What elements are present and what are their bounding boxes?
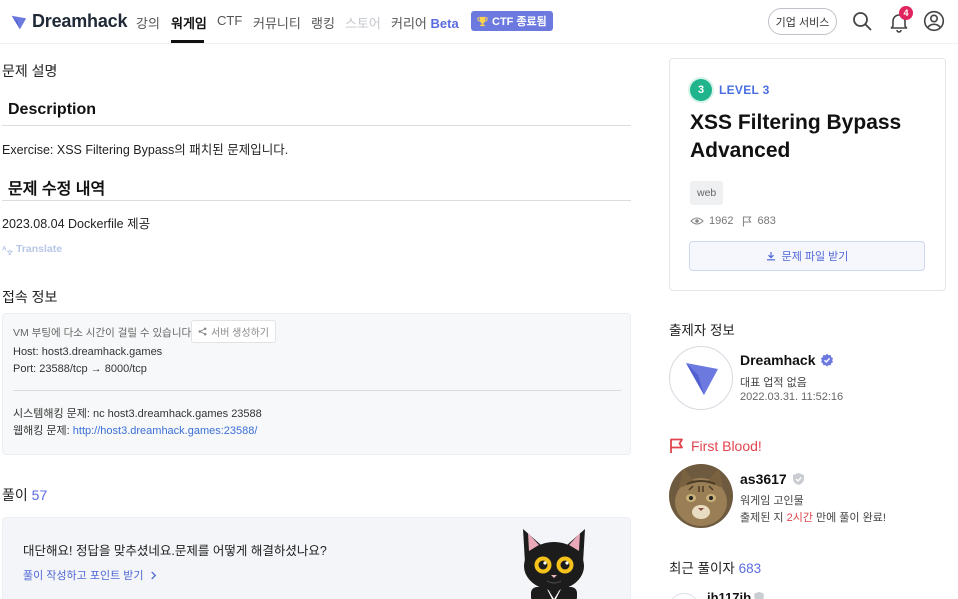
cat-mascot-icon: [523, 529, 585, 599]
divider: [13, 390, 621, 391]
web-hacking-line: 웹해킹 문제: http://host3.dreamhack.games:235…: [13, 422, 257, 438]
chevron-right-icon: [150, 570, 156, 580]
translate-label: Translate: [16, 243, 63, 255]
first-blood-label: First Blood!: [691, 438, 762, 454]
description-heading: Description: [8, 101, 97, 118]
level-badge: 3: [690, 79, 712, 101]
section-title-description: 문제 설명: [2, 63, 58, 79]
recent-solvers-count: 683: [738, 561, 762, 576]
user-profile-icon[interactable]: [923, 10, 945, 32]
first-blood-note: 출제된 지 2시간 만에 풀이 완료!: [740, 509, 886, 525]
search-icon[interactable]: [851, 10, 873, 32]
first-blood-note-before: 출제된 지: [740, 512, 787, 524]
port-line: Port: 23588/tcp → 8000/tcp: [13, 363, 147, 375]
dreamhack-logo-icon: [11, 15, 27, 29]
solves-label: 풀이: [2, 487, 28, 503]
author-name-row: Dreamhack: [740, 352, 834, 368]
vm-boot-note: VM 부팅에 다소 시간이 걸릴 수 있습니다.: [13, 327, 195, 339]
web-hacking-label: 웹해킹 문제:: [13, 425, 73, 437]
first-blood-user[interactable]: as3617: [740, 471, 787, 487]
first-blood-note-after: 만에 풀이 완료!: [812, 512, 886, 524]
views-count: 1962: [709, 215, 734, 227]
business-service-button[interactable]: 기업 서비스: [768, 8, 837, 35]
translate-icon: A 文: [2, 245, 13, 255]
recent-solver-name: jh117jb: [707, 590, 752, 599]
level-label: LEVEL 3: [719, 83, 770, 97]
nav-item-ranking[interactable]: 랭킹: [311, 13, 335, 32]
challenge-title: XSS Filtering Bypass Advanced: [690, 111, 902, 162]
brand-logo[interactable]: Dreamhack: [10, 11, 127, 32]
career-label: 커리어: [391, 16, 427, 31]
avatar: [669, 593, 699, 599]
divider: [2, 125, 631, 126]
first-blood-time: 2시간: [786, 512, 813, 524]
host-line: Host: host3.dreamhack.games: [13, 346, 163, 358]
svg-text:文: 文: [7, 248, 13, 255]
write-solution-link[interactable]: 풀이 작성하고 포인트 받기: [23, 567, 157, 583]
solves-count: 57: [31, 487, 48, 503]
trophy-icon: [477, 16, 488, 26]
author-date: 2022.03.31. 11:52:16: [740, 391, 844, 403]
ctf-badge-label: CTF 종료됨: [492, 16, 547, 28]
shield-badge-icon: [792, 473, 804, 485]
nav-item-career[interactable]: 커리어 Beta: [391, 13, 459, 32]
first-blood-name-row: as3617: [740, 471, 805, 487]
dreamhack-logo-icon: [686, 363, 718, 395]
divider: [2, 200, 631, 201]
active-tab-underline: [171, 40, 204, 43]
congrats-title: 대단해요! 정답을 맞추셨네요.문제를 어떻게 해결하셨나요?: [23, 544, 327, 558]
nav-item-wargame[interactable]: 워게임: [171, 13, 207, 32]
first-blood-avatar[interactable]: [669, 464, 733, 528]
top-nav: Dreamhack 강의 워게임 CTF 커뮤니티 랭킹 스토어 커리어 Bet…: [0, 0, 958, 44]
nav-item-ctf[interactable]: CTF: [217, 13, 242, 28]
author-section-title: 출제자 정보: [669, 323, 735, 338]
create-server-label: 서버 생성하기: [211, 328, 269, 339]
challenge-info-card: 3 LEVEL 3 XSS Filtering Bypass Advanced …: [669, 58, 946, 291]
recent-solvers-heading: 최근 풀이자 683: [669, 557, 761, 577]
first-blood-heading: First Blood!: [669, 438, 762, 454]
solvers-count: 683: [757, 215, 776, 227]
system-hacking-line: 시스템해킹 문제: nc host3.dreamhack.games 23588: [13, 408, 262, 420]
challenge-stats: 1962 683: [690, 215, 776, 227]
flag-icon: [743, 215, 752, 226]
notification-count-badge: 4: [899, 6, 913, 20]
download-icon: [766, 252, 775, 261]
description-text: Exercise: XSS Filtering Bypass의 패치된 문제입니…: [2, 143, 289, 157]
translate-button[interactable]: A 文 Translate: [2, 243, 62, 255]
write-solution-label: 풀이 작성하고 포인트 받기: [23, 570, 144, 582]
eye-icon: [690, 217, 704, 225]
connection-info-box: VM 부팅에 다소 시간이 걸릴 수 있습니다. 서버 생성하기 Host: h…: [2, 313, 631, 455]
category-tag[interactable]: web: [690, 181, 724, 205]
verified-badge-icon: [820, 353, 833, 367]
congrats-card: 대단해요! 정답을 맞추셨네요.문제를 어떻게 해결하셨나요? 풀이 작성하고 …: [2, 517, 631, 599]
ctf-ended-badge[interactable]: CTF 종료됨: [471, 11, 553, 31]
author-achievement: 대표 업적 없음: [740, 377, 807, 389]
first-blood-title: 워게임 고인물: [740, 495, 804, 507]
beta-badge: Beta: [430, 16, 459, 31]
nav-item-store[interactable]: 스토어: [345, 13, 381, 32]
nav-item-community[interactable]: 커뮤니티: [253, 13, 301, 32]
connection-title: 접속 정보: [2, 289, 58, 305]
author-name[interactable]: Dreamhack: [740, 352, 816, 368]
share-icon: [198, 327, 207, 336]
revision-heading: 문제 수정 내역: [8, 181, 106, 198]
author-avatar[interactable]: [669, 346, 733, 410]
create-server-button[interactable]: 서버 생성하기: [191, 320, 276, 343]
download-files-label: 문제 파일 받기: [781, 251, 849, 263]
nav-item-lectures[interactable]: 강의: [136, 13, 160, 32]
brand-name: Dreamhack: [32, 11, 128, 31]
solves-heading: 풀이 57: [2, 485, 47, 505]
shield-badge-icon: [754, 591, 764, 599]
download-files-button[interactable]: 문제 파일 받기: [689, 241, 925, 271]
recent-solver-row[interactable]: jh117jb: [669, 589, 949, 599]
revision-text: 2023.08.04 Dockerfile 제공: [2, 217, 151, 231]
web-hacking-url[interactable]: http://host3.dreamhack.games:23588/: [73, 425, 258, 437]
cat-photo-avatar: [669, 464, 733, 528]
recent-solvers-label: 최근 풀이자: [669, 561, 735, 576]
flag-icon: [670, 438, 683, 453]
